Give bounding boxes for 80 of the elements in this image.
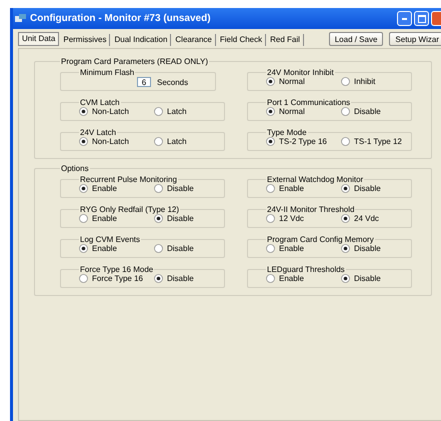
option-label: Normal [279, 77, 305, 86]
option-label: Disable [167, 214, 194, 223]
option-label: 12 Vdc [279, 214, 304, 223]
radio-button[interactable] [79, 107, 88, 116]
option-label: Enable [279, 274, 304, 283]
radio-button[interactable] [266, 244, 275, 253]
option-label: Enable [92, 244, 117, 253]
tab[interactable]: Unit Data [18, 32, 60, 46]
radio-button[interactable] [79, 274, 88, 283]
number-field[interactable]: 6 [137, 77, 151, 87]
radio-button[interactable] [154, 244, 163, 253]
option-label: TS-2 Type 16 [279, 137, 327, 146]
option-label: TS-1 Type 12 [354, 137, 402, 146]
radio-button[interactable] [341, 274, 350, 283]
radio-button[interactable] [154, 184, 163, 193]
option-label: Disable [354, 274, 381, 283]
option-label: Enable [92, 214, 117, 223]
radio-button[interactable] [266, 107, 275, 116]
radio-button[interactable] [266, 184, 275, 193]
option-label: Enable [279, 184, 304, 193]
maximize-icon [418, 14, 426, 22]
close-button[interactable] [431, 11, 441, 26]
minimize-icon [402, 18, 407, 20]
section-title: Options [60, 164, 90, 173]
window-title: Configuration - Monitor #73 (unsaved) [30, 13, 212, 24]
option-label: Force Type 16 [92, 274, 143, 283]
group-title: Force Type 16 Mode [79, 265, 154, 274]
radio-button[interactable] [341, 107, 350, 116]
app-icon [15, 14, 26, 23]
group-title: RYG Only Redfail (Type 12) [79, 205, 180, 214]
group-title: Recurrent Pulse Monitoring [79, 175, 178, 184]
group-title: LEDguard Thresholds [266, 265, 346, 274]
option-label: Disable [167, 184, 194, 193]
radio-button[interactable] [266, 214, 275, 223]
radio-button[interactable] [154, 137, 163, 146]
unit-label: Seconds [157, 78, 188, 86]
group-title: Port 1 Communications [266, 98, 352, 107]
minimize-button[interactable] [397, 11, 412, 26]
option-label: Latch [167, 107, 187, 116]
radio-button[interactable] [154, 214, 163, 223]
maximize-button[interactable] [414, 11, 429, 26]
group-title: Program Card Config Memory [266, 235, 375, 244]
option-label: Disable [354, 184, 381, 193]
toolbar-button[interactable]: Load / Save [328, 32, 384, 46]
radio-button[interactable] [79, 184, 88, 193]
radio-button[interactable] [341, 137, 350, 146]
radio-button[interactable] [79, 137, 88, 146]
group-title: Type Mode [266, 128, 308, 137]
toolbar-button[interactable]: Setup Wizar [389, 32, 441, 46]
option-label: Enable [279, 244, 304, 253]
option-label: Latch [167, 137, 187, 146]
group-title: 24V-II Monitor Threshold [266, 205, 356, 214]
radio-button[interactable] [154, 107, 163, 116]
radio-button[interactable] [266, 274, 275, 283]
radio-button[interactable] [341, 244, 350, 253]
radio-button[interactable] [266, 137, 275, 146]
option-label: Non-Latch [92, 107, 129, 116]
option-label: Disable [354, 244, 381, 253]
radio-button[interactable] [79, 244, 88, 253]
group-title: CVM Latch [79, 98, 121, 107]
radio-button[interactable] [341, 214, 350, 223]
radio-button[interactable] [79, 214, 88, 223]
option-label: Non-Latch [92, 137, 129, 146]
option-label: Disable [167, 274, 194, 283]
option-label: Disable [354, 107, 381, 116]
radio-button[interactable] [341, 77, 350, 86]
radio-button[interactable] [266, 77, 275, 86]
radio-button[interactable] [341, 184, 350, 193]
group-title: 24V Monitor Inhibit [266, 68, 335, 77]
option-label: Enable [92, 184, 117, 193]
group-title: Minimum Flash [79, 68, 136, 77]
radio-button[interactable] [154, 274, 163, 283]
option-label: 24 Vdc [354, 214, 379, 223]
group-title: External Watchdog Monitor [266, 175, 364, 184]
group-title: Log CVM Events [79, 235, 142, 244]
section-title: Program Card Parameters (READ ONLY) [60, 57, 209, 66]
option-label: Disable [167, 244, 194, 253]
option-label: Inhibit [354, 77, 376, 86]
group-title: 24V Latch [79, 128, 118, 137]
option-label: Normal [279, 107, 305, 116]
